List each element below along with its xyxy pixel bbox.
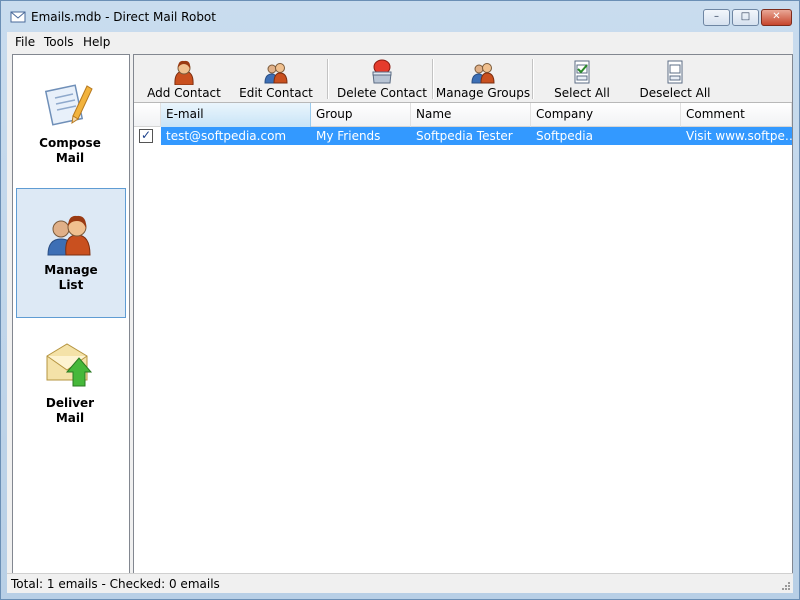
contacts-list[interactable]: E-mail Group Name Company Comment test@s… bbox=[134, 103, 792, 579]
sidebar: Compose Mail Manage List Deliver Mail bbox=[12, 54, 130, 579]
manage-list-icon bbox=[47, 215, 91, 256]
header-check-column bbox=[134, 103, 161, 127]
nav-deliver-label-2: Mail bbox=[55, 411, 85, 425]
delete-contact-icon bbox=[372, 59, 392, 84]
menu-help[interactable]: Help bbox=[83, 35, 110, 49]
status-text: Total: 1 emails - Checked: 0 emails bbox=[11, 577, 220, 591]
cell-comment: Visit www.softpe… bbox=[686, 129, 792, 143]
nav-manage-label-1: Manage bbox=[44, 263, 98, 277]
edit-contact-button[interactable]: Edit Contact bbox=[234, 55, 318, 102]
add-contact-label: Add Contact bbox=[147, 86, 221, 100]
manage-groups-label: Manage Groups bbox=[435, 86, 531, 100]
select-all-button[interactable]: Select All bbox=[542, 55, 622, 102]
table-row[interactable]: test@softpedia.com My Friends Softpedia … bbox=[134, 127, 792, 145]
row-checkbox[interactable] bbox=[139, 128, 153, 143]
header-comment[interactable]: Comment bbox=[681, 103, 792, 127]
nav-compose-mail[interactable]: Compose Mail bbox=[16, 58, 126, 188]
toolbar-separator bbox=[432, 59, 433, 99]
nav-deliver-mail[interactable]: Deliver Mail bbox=[16, 318, 126, 448]
toolbar-separator bbox=[532, 59, 533, 99]
client-area: File Tools Help Compose Mail Manage List… bbox=[7, 32, 793, 593]
nav-manage-label-2: List bbox=[58, 278, 84, 292]
minimize-button[interactable]: – bbox=[703, 9, 730, 26]
header-name[interactable]: Name bbox=[411, 103, 531, 127]
nav-deliver-label-1: Deliver bbox=[45, 396, 95, 410]
window-title: Emails.mdb - Direct Mail Robot bbox=[31, 10, 216, 24]
cell-name: Softpedia Tester bbox=[416, 129, 513, 143]
add-contact-button[interactable]: Add Contact bbox=[144, 55, 224, 102]
deselect-all-label: Deselect All bbox=[639, 86, 711, 100]
status-bar: Total: 1 emails - Checked: 0 emails bbox=[7, 573, 793, 593]
delete-contact-button[interactable]: Delete Contact bbox=[334, 55, 430, 102]
cell-group: My Friends bbox=[316, 129, 381, 143]
app-window: Emails.mdb - Direct Mail Robot – □ ✕ Fil… bbox=[0, 0, 800, 600]
header-company[interactable]: Company bbox=[531, 103, 681, 127]
delete-contact-label: Delete Contact bbox=[337, 86, 427, 100]
nav-manage-list[interactable]: Manage List bbox=[16, 188, 126, 318]
select-all-icon bbox=[574, 60, 590, 84]
manage-groups-button[interactable]: Manage Groups bbox=[434, 55, 532, 102]
list-header: E-mail Group Name Company Comment bbox=[134, 103, 792, 127]
nav-compose-label-2: Mail bbox=[55, 151, 85, 165]
resize-grip-icon[interactable] bbox=[781, 581, 791, 591]
deselect-all-icon bbox=[667, 60, 683, 84]
manage-groups-icon bbox=[471, 63, 495, 84]
header-email[interactable]: E-mail bbox=[161, 103, 311, 127]
close-button[interactable]: ✕ bbox=[761, 9, 792, 26]
edit-contact-icon bbox=[264, 63, 288, 84]
deselect-all-button[interactable]: Deselect All bbox=[632, 55, 718, 102]
menu-tools[interactable]: Tools bbox=[44, 35, 74, 49]
title-bar[interactable]: Emails.mdb - Direct Mail Robot – □ ✕ bbox=[1, 1, 799, 33]
maximize-button[interactable]: □ bbox=[732, 9, 759, 26]
toolbar: Add Contact Edit Contact Delete Contact … bbox=[134, 55, 792, 103]
add-contact-icon bbox=[174, 60, 194, 85]
main-panel: Add Contact Edit Contact Delete Contact … bbox=[133, 54, 793, 579]
toolbar-separator bbox=[327, 59, 328, 99]
header-group[interactable]: Group bbox=[311, 103, 411, 127]
cell-company: Softpedia bbox=[536, 129, 593, 143]
edit-contact-label: Edit Contact bbox=[239, 86, 313, 100]
menu-file[interactable]: File bbox=[15, 35, 35, 49]
deliver-mail-icon bbox=[46, 343, 93, 387]
select-all-label: Select All bbox=[554, 86, 610, 100]
menu-bar: File Tools Help bbox=[7, 32, 793, 52]
nav-compose-label-1: Compose bbox=[39, 136, 101, 150]
row-selection[interactable]: test@softpedia.com My Friends Softpedia … bbox=[161, 127, 792, 145]
compose-mail-icon bbox=[44, 84, 93, 126]
app-envelope-icon bbox=[10, 11, 26, 23]
cell-email: test@softpedia.com bbox=[166, 129, 287, 143]
